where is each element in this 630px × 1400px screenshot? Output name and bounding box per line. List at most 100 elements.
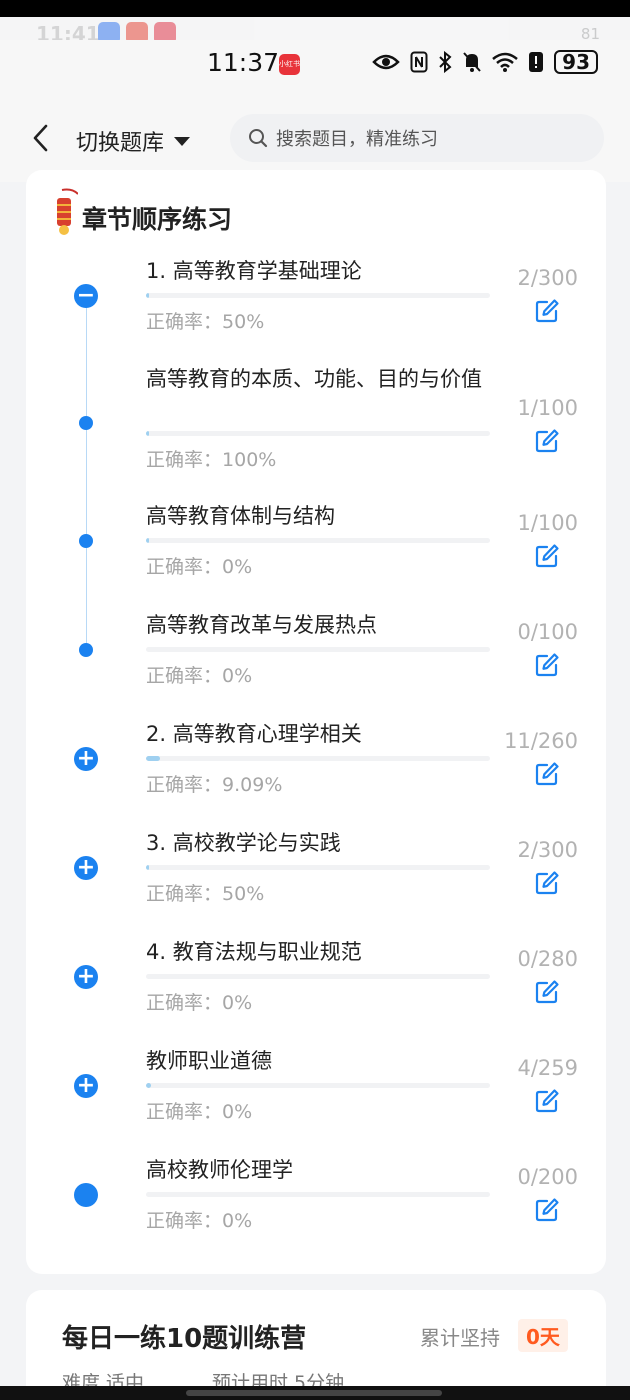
question-count: 2/300 [517, 838, 578, 862]
page-header: 切换题库 搜索题目，精准练习 [0, 90, 630, 182]
progress-bar [146, 1083, 490, 1088]
progress-fill [146, 865, 150, 870]
question-count: 0/100 [517, 620, 578, 644]
camp-keep-label: 累计坚持 [420, 1326, 500, 1350]
accuracy-label: 正确率： [146, 449, 223, 471]
question-count: 1/100 [517, 511, 578, 535]
accuracy-text: 正确率：0% [146, 552, 252, 579]
camp-title: 每日一练10题训练营 [62, 1324, 307, 1354]
bluetooth-icon [439, 51, 452, 73]
accuracy-value: 0% [222, 556, 253, 578]
timeline-dot [74, 1183, 98, 1207]
progress-bar [146, 865, 490, 870]
accuracy-text: 正确率：0% [146, 1206, 252, 1233]
top-black-strip [0, 0, 630, 17]
timeline-dot [79, 416, 93, 430]
accuracy-text: 正确率：100% [146, 445, 276, 472]
search-placeholder: 搜索题目，精准练习 [276, 129, 438, 150]
edit-practice-icon[interactable] [534, 979, 560, 1005]
search-input[interactable]: 搜索题目，精准练习 [230, 114, 604, 162]
status-bar: 11:37 小红书 93 [0, 40, 630, 90]
accuracy-text: 正确率：0% [146, 661, 252, 688]
expand-icon[interactable]: + [74, 856, 98, 880]
question-count: 11/260 [504, 729, 578, 753]
accuracy-value: 0% [222, 665, 253, 687]
progress-bar [146, 756, 490, 761]
progress-bar [146, 293, 490, 298]
nfc-icon [410, 51, 428, 73]
accuracy-label: 正确率： [146, 1210, 223, 1232]
caret-down-icon [174, 136, 191, 146]
accuracy-value: 100% [222, 449, 277, 471]
progress-bar [146, 1192, 490, 1197]
edit-practice-icon[interactable] [534, 543, 560, 569]
accuracy-text: 正确率：0% [146, 1097, 252, 1124]
switch-question-bank-button[interactable]: 切换题库 [76, 125, 191, 157]
accuracy-label: 正确率： [146, 556, 223, 578]
app-notification-icon: 小红书 [279, 54, 300, 75]
edit-practice-icon[interactable] [534, 1197, 560, 1223]
chapter-title[interactable]: 4. 教育法规与职业规范 [146, 939, 496, 965]
camp-days-badge: 0天 [518, 1319, 568, 1352]
switch-label: 切换题库 [76, 131, 165, 156]
accuracy-label: 正确率： [146, 1101, 223, 1123]
edit-practice-icon[interactable] [534, 870, 560, 896]
chapter-title[interactable]: 1. 高等教育学基础理论 [146, 258, 496, 284]
section-title: 章节顺序练习 [82, 205, 233, 234]
expand-icon[interactable]: + [74, 1074, 98, 1098]
status-time: 11:37 [207, 48, 280, 77]
edit-practice-icon[interactable] [534, 652, 560, 678]
chapter-title[interactable]: 教师职业道德 [146, 1048, 496, 1074]
accuracy-label: 正确率： [146, 883, 223, 905]
progress-bar [146, 431, 490, 436]
accuracy-value: 0% [222, 992, 253, 1014]
timeline-dot [79, 534, 93, 548]
accuracy-text: 正确率：50% [146, 307, 264, 334]
progress-fill [146, 431, 150, 436]
progress-fill [146, 538, 150, 543]
edit-practice-icon[interactable] [534, 428, 560, 454]
accuracy-label: 正确率： [146, 665, 223, 687]
accuracy-value: 9.09% [222, 774, 283, 796]
chapter-title[interactable]: 高校教师伦理学 [146, 1157, 496, 1183]
collapse-icon[interactable]: − [74, 284, 98, 308]
wifi-icon [492, 52, 518, 72]
mute-bell-icon [463, 52, 481, 72]
chapter-title[interactable]: 3. 高校教学论与实践 [146, 830, 496, 856]
progress-bar [146, 538, 490, 543]
chapter-title[interactable]: 高等教育的本质、功能、目的与价值 [146, 366, 496, 392]
alert-icon [529, 52, 544, 72]
battery-icon: 93 [554, 50, 598, 74]
home-indicator[interactable] [186, 1390, 442, 1396]
accuracy-value: 0% [222, 1101, 253, 1123]
back-arrow-icon[interactable] [30, 123, 52, 153]
progress-bar [146, 974, 490, 979]
accuracy-text: 正确率：9.09% [146, 770, 282, 797]
progress-fill [146, 293, 150, 298]
progress-fill [146, 1083, 152, 1088]
status-icons: 93 [372, 50, 598, 74]
edit-practice-icon[interactable] [534, 298, 560, 324]
timeline-dot [79, 643, 93, 657]
accuracy-value: 50% [222, 883, 265, 905]
accuracy-text: 正确率：50% [146, 879, 264, 906]
timeline-line [86, 304, 87, 650]
question-count: 2/300 [517, 266, 578, 290]
accuracy-label: 正确率： [146, 311, 223, 333]
accuracy-label: 正确率： [146, 774, 223, 796]
expand-icon[interactable]: + [74, 965, 98, 989]
chapter-title[interactable]: 高等教育改革与发展热点 [146, 612, 496, 638]
edit-practice-icon[interactable] [534, 1088, 560, 1114]
question-count: 1/100 [517, 396, 578, 420]
question-count: 4/259 [517, 1056, 578, 1080]
accuracy-value: 0% [222, 1210, 253, 1232]
chapter-title[interactable]: 高等教育体制与结构 [146, 503, 496, 529]
chapter-title[interactable]: 2. 高等教育心理学相关 [146, 721, 496, 747]
progress-bar [146, 647, 490, 652]
accuracy-value: 50% [222, 311, 265, 333]
question-count: 0/200 [517, 1165, 578, 1189]
eye-icon [372, 54, 400, 70]
search-icon [249, 129, 268, 148]
expand-icon[interactable]: + [74, 747, 98, 771]
edit-practice-icon[interactable] [534, 761, 560, 787]
